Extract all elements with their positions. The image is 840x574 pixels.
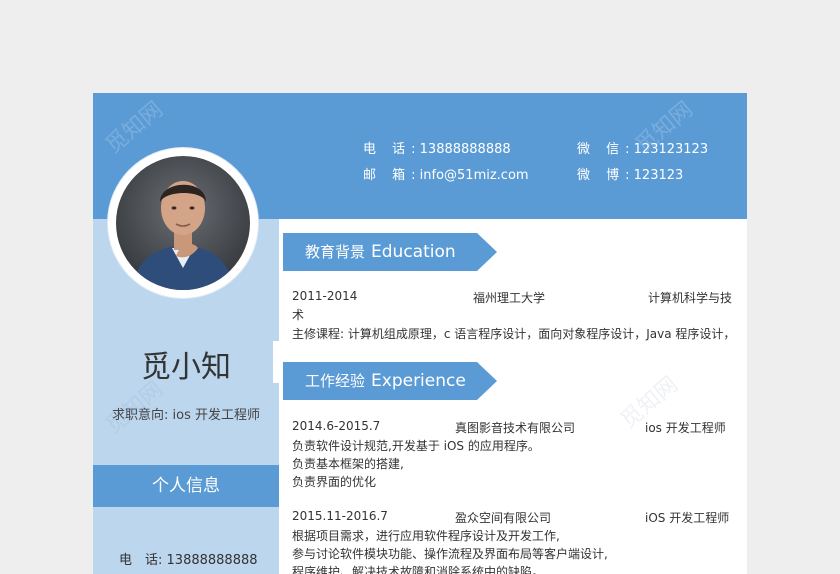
avatar (108, 148, 258, 298)
job-duty: 负责软件设计规范,开发基于 iOS 的应用程序。 (292, 439, 540, 453)
job-company: 真图影音技术有限公司 (455, 421, 576, 435)
job-duty: 负责基本框架的搭建, (292, 457, 404, 471)
edu-major-cont: 术 (292, 308, 305, 322)
edu-major: 计算机科学与技 (648, 291, 733, 305)
avatar-photo (116, 156, 250, 290)
experience-title-cn: 工作经验 (305, 372, 366, 390)
edu-school: 福州理工大学 (473, 291, 546, 305)
education-title-cn: 教育背景 (305, 243, 366, 261)
job-duty: 程序维护、解决技术故障和消除系统中的缺陷。 (292, 565, 545, 574)
education-title-en: Education (371, 242, 456, 262)
job-duty: 负责界面的优化 (292, 475, 377, 489)
job-duty: 参与讨论软件模块功能、操作流程及界面布局等客户端设计, (292, 547, 608, 561)
job-role: iOS 开发工程师 (645, 511, 730, 525)
edu-courses: 主修课程: 计算机组成原理，c 语言程序设计，面向对象程序设计，Java 程序设… (292, 327, 736, 341)
job-duty: 根据项目需求，进行应用软件程序设计及开发工作, (292, 529, 560, 543)
contact-email: 邮 箱: info@51miz.com (363, 168, 529, 183)
person-portrait-icon (130, 181, 236, 290)
candidate-name: 觅小知 (141, 350, 231, 385)
job-period: 2015.11-2016.7 (292, 509, 388, 523)
job-role: ios 开发工程师 (645, 421, 726, 435)
experience-title-en: Experience (371, 371, 466, 391)
contact-phone: 电 话: 13888888888 (363, 142, 511, 157)
resume-page: 电 话: 13888888888 邮 箱: info@51miz.com 微 信… (93, 93, 747, 574)
job-period: 2014.6-2015.7 (292, 419, 381, 433)
personal-info-header: 个人信息 (93, 465, 279, 507)
edu-period: 2011-2014 (292, 289, 358, 303)
contact-weibo: 微 博: 123123 (577, 168, 684, 183)
job-company: 盈众空间有限公司 (455, 511, 552, 525)
sidebar-phone: 电 话: 13888888888 (119, 553, 258, 568)
